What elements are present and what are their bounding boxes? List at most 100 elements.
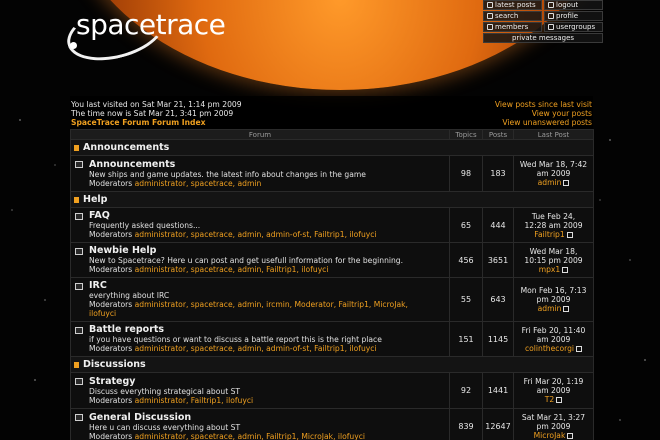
last-post-time: am 2009 bbox=[536, 169, 571, 178]
go-to-last-post-icon[interactable] bbox=[567, 433, 574, 439]
forum-posts-count: 183 bbox=[482, 155, 514, 192]
moderators-label: Moderators bbox=[89, 344, 133, 353]
forum-last-post: Sat Mar 21, 3:27 pm 2009 MicroJak bbox=[513, 408, 594, 440]
forum-topics-count: 456 bbox=[449, 242, 483, 278]
last-post-time: am 2009 bbox=[536, 334, 571, 344]
last-post-date: Wed Mar 18, 7:42 bbox=[519, 160, 588, 169]
forum-last-post: Wed Mar 18, 10:15 pm 2009 mpx1 bbox=[513, 242, 594, 278]
forum-folder-icon bbox=[75, 283, 83, 290]
moderator-links[interactable]: administrator, spacetrace, admin, Failtr… bbox=[135, 432, 365, 440]
view-unanswered-posts-link[interactable]: View unanswered posts bbox=[495, 118, 592, 127]
nav-latest-posts[interactable]: latest posts bbox=[483, 0, 542, 10]
forum-topics-count: 65 bbox=[449, 207, 483, 243]
moderator-links[interactable]: administrator, Failtrip1, ilofuyci bbox=[135, 396, 254, 405]
forum-posts-count: 444 bbox=[482, 207, 514, 243]
forum-description: New to Spacetrace? Here u can post and g… bbox=[89, 256, 404, 265]
column-header-forum: Forum bbox=[70, 129, 450, 140]
last-post-author-link[interactable]: T2 bbox=[545, 395, 554, 404]
forum-moderators: Moderators administrator, spacetrace, ad… bbox=[89, 344, 446, 353]
last-post-time: am 2009 bbox=[536, 386, 571, 395]
logout-icon bbox=[548, 2, 554, 8]
nav-private-messages-label: private messages bbox=[511, 34, 575, 42]
moderator-links[interactable]: administrator, spacetrace, admin, admin-… bbox=[135, 344, 377, 353]
view-posts-since-last-visit-link[interactable]: View posts since last visit bbox=[495, 100, 592, 109]
nav-logout[interactable]: logout bbox=[544, 0, 603, 10]
forum-folder-icon bbox=[75, 248, 83, 255]
go-to-last-post-icon[interactable] bbox=[566, 231, 573, 238]
go-to-last-post-icon[interactable] bbox=[576, 345, 583, 352]
column-header-posts: Posts bbox=[482, 129, 514, 140]
nav-usergroups[interactable]: usergroups bbox=[544, 22, 603, 32]
forum-cell: Battle reports if you have questions or … bbox=[70, 321, 450, 357]
nav-profile-label: profile bbox=[556, 12, 579, 20]
last-post-author-link[interactable]: admin bbox=[538, 304, 562, 313]
logo-orbit-dot bbox=[70, 42, 77, 49]
last-post-date: Wed Mar 18, bbox=[529, 246, 578, 256]
nav-logout-label: logout bbox=[556, 1, 579, 9]
last-post-author-link[interactable]: colinthecorgi bbox=[525, 344, 574, 353]
nav-members[interactable]: members bbox=[483, 22, 542, 32]
column-header-topics: Topics bbox=[449, 129, 483, 140]
forum-title-link[interactable]: Announcements bbox=[89, 159, 446, 170]
forum-title-link[interactable]: Newbie Help bbox=[89, 246, 446, 256]
forum-row: Battle reports if you have questions or … bbox=[70, 321, 594, 357]
forum-row: Newbie Help New to Spacetrace? Here u ca… bbox=[70, 242, 594, 278]
search-icon bbox=[487, 13, 493, 19]
last-post-date: Tue Feb 24, bbox=[531, 211, 576, 221]
forum-cell: Strategy Discuss everything strategical … bbox=[70, 372, 450, 409]
forum-title-link[interactable]: General Discussion bbox=[89, 412, 446, 423]
forum-description: Discuss everything strategical about ST bbox=[89, 386, 241, 396]
last-post-time: pm 2009 bbox=[536, 295, 571, 304]
profile-icon bbox=[548, 13, 554, 19]
visit-info-bar: You last visited on Sat Mar 21, 1:14 pm … bbox=[70, 96, 593, 129]
forum-row: Strategy Discuss everything strategical … bbox=[70, 372, 594, 409]
go-to-last-post-icon[interactable] bbox=[562, 266, 569, 273]
forum-description: everything about IRC bbox=[89, 291, 170, 300]
forum-last-post: Tue Feb 24, 12:28 am 2009 Failtrip1 bbox=[513, 207, 594, 243]
moderator-links[interactable]: administrator, spacetrace, admin, Failtr… bbox=[135, 265, 329, 274]
category-cell: Discussions bbox=[70, 356, 594, 373]
moderators-label: Moderators bbox=[89, 178, 133, 188]
view-your-posts-link[interactable]: View your posts bbox=[495, 109, 592, 118]
column-header-last-post: Last Post bbox=[513, 129, 594, 140]
moderators-label: Moderators bbox=[89, 395, 133, 405]
category-cell: Announcements bbox=[70, 139, 594, 156]
forum-description: Frequently asked questions... bbox=[89, 221, 201, 230]
last-post-author-link[interactable]: MicroJak bbox=[534, 431, 566, 440]
forum-cell: IRC everything about IRC Moderators admi… bbox=[70, 277, 450, 322]
forum-topics-count: 98 bbox=[449, 155, 483, 192]
forum-folder-icon bbox=[75, 378, 83, 385]
moderator-links[interactable]: administrator, spacetrace, admin bbox=[135, 179, 262, 188]
category-title[interactable]: Announcements bbox=[83, 142, 169, 153]
forum-title-link[interactable]: FAQ bbox=[89, 211, 446, 221]
category-bullet-icon bbox=[74, 144, 79, 151]
category-title[interactable]: Help bbox=[83, 194, 107, 205]
forum-title-link[interactable]: IRC bbox=[89, 281, 446, 291]
category-bullet-icon bbox=[74, 361, 79, 368]
go-to-last-post-icon[interactable] bbox=[563, 180, 570, 186]
moderator-links[interactable]: administrator, spacetrace, admin, admin-… bbox=[135, 230, 377, 239]
forum-moderators: Moderators administrator, spacetrace, ad… bbox=[89, 300, 446, 318]
forum-title-link[interactable]: Battle reports bbox=[89, 325, 446, 335]
nav-search[interactable]: search bbox=[483, 11, 542, 21]
last-post-author-link[interactable]: mpx1 bbox=[539, 265, 561, 274]
last-post-author-link[interactable]: admin bbox=[538, 178, 562, 187]
category-title[interactable]: Discussions bbox=[83, 359, 146, 370]
forum-folder-icon bbox=[75, 414, 83, 421]
moderator-links[interactable]: administrator, spacetrace, admin, ircmin… bbox=[135, 300, 408, 309]
nav-private-messages[interactable]: private messages bbox=[483, 33, 603, 43]
forum-title-link[interactable]: Strategy bbox=[89, 376, 446, 387]
forum-index-link[interactable]: SpaceTrace Forum Forum Index bbox=[71, 118, 242, 127]
forum-folder-icon bbox=[75, 327, 83, 334]
last-post-author-link[interactable]: Failtrip1 bbox=[534, 230, 564, 239]
last-post-time: pm 2009 bbox=[536, 422, 571, 431]
go-to-last-post-icon[interactable] bbox=[556, 397, 563, 403]
moderator-links-continued[interactable]: ilofuyci bbox=[89, 309, 116, 318]
go-to-last-post-icon[interactable] bbox=[563, 306, 570, 312]
forum-moderators: Moderators administrator, spacetrace, ad… bbox=[89, 432, 446, 440]
last-post-date: Mon Feb 16, 7:13 bbox=[520, 286, 587, 295]
forum-posts-count: 643 bbox=[482, 277, 514, 322]
site-logo[interactable]: spacetrace bbox=[60, 0, 226, 71]
nav-profile[interactable]: profile bbox=[544, 11, 603, 21]
nav-usergroups-label: usergroups bbox=[556, 23, 596, 31]
